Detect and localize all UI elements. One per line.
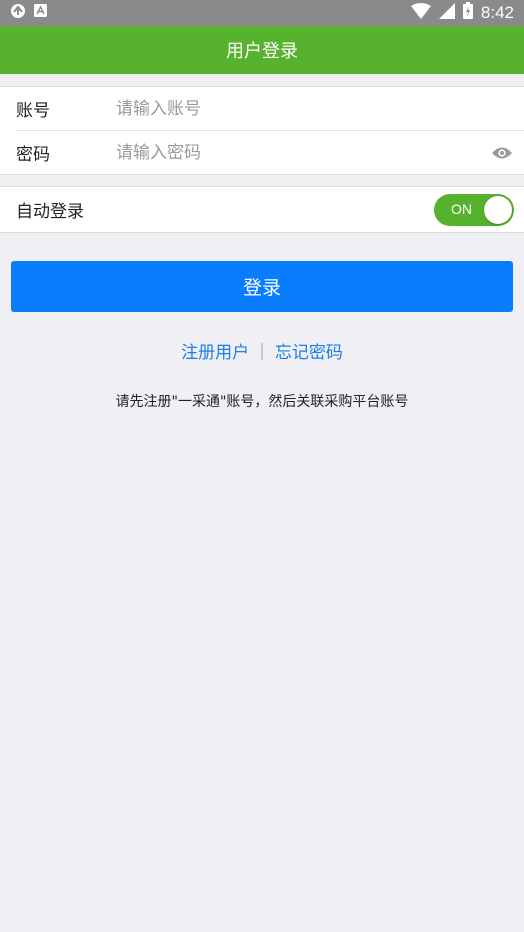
account-input[interactable]	[116, 98, 514, 119]
app-notification-icon	[34, 4, 47, 22]
sync-icon	[10, 3, 26, 24]
register-link[interactable]: 注册用户	[181, 338, 249, 363]
auto-login-label: 自动登录	[16, 202, 84, 222]
auto-login-section: 自动登录 ON	[0, 186, 524, 233]
account-label: 账号	[16, 101, 50, 121]
status-bar-left	[10, 3, 47, 24]
clock: 8:42	[480, 3, 514, 22]
forgot-password-link[interactable]: 忘记密码	[275, 338, 343, 363]
password-input[interactable]	[116, 142, 490, 163]
show-password-eye-icon[interactable]	[490, 145, 514, 161]
status-bar: 8:42	[0, 0, 524, 26]
toggle-knob	[484, 195, 512, 224]
signal-icon	[438, 2, 455, 24]
account-links: 注册用户 | 忘记密码	[0, 338, 524, 364]
link-separator: |	[259, 340, 265, 361]
registration-note: 请先注册"一采通"账号，然后关联采购平台账号	[115, 394, 409, 410]
status-bar-right: 8:42	[410, 2, 514, 24]
toggle-state-text: ON	[451, 200, 472, 217]
login-button[interactable]: 登录	[11, 261, 513, 312]
auto-login-row: 自动登录 ON	[16, 187, 524, 232]
password-label: 密码	[16, 145, 50, 165]
auto-login-toggle[interactable]: ON	[434, 193, 514, 226]
battery-icon	[462, 2, 473, 24]
password-row: 密码	[16, 130, 524, 174]
wifi-icon	[410, 2, 431, 24]
login-form: 账号 密码	[0, 86, 524, 175]
account-row: 账号	[16, 87, 524, 130]
page-title: 用户登录	[0, 26, 524, 74]
